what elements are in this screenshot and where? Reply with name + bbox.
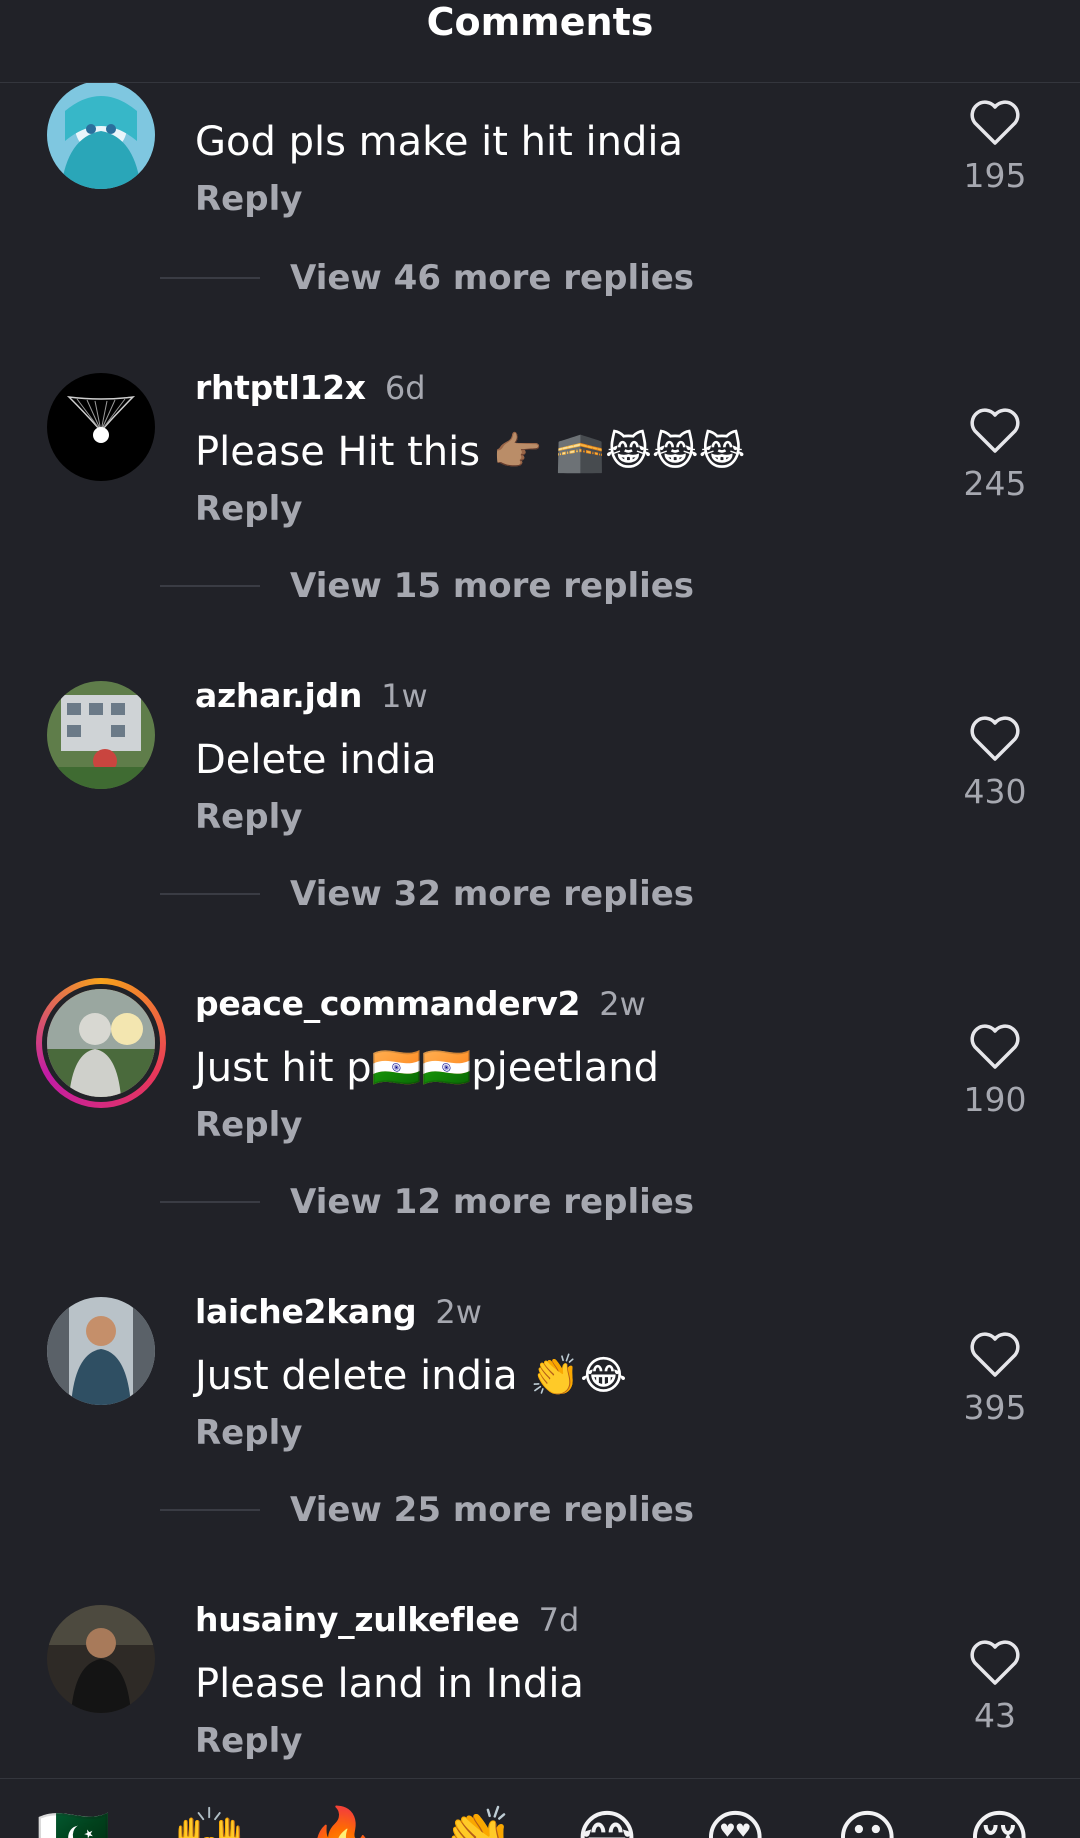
- avatar-image: [47, 1297, 155, 1405]
- comment-text: Delete india: [195, 737, 437, 783]
- heart-outline-icon: [970, 408, 1020, 453]
- comment-text: God pls make it hit india: [195, 119, 684, 165]
- like-count: 245: [963, 464, 1027, 503]
- view-more-replies[interactable]: View 32 more replies: [160, 874, 694, 918]
- reply-button[interactable]: Reply: [195, 1412, 302, 1454]
- username[interactable]: laiche2kang: [195, 1292, 417, 1331]
- reply-button[interactable]: Reply: [195, 796, 302, 838]
- reply-button[interactable]: Reply: [195, 178, 302, 220]
- page-title: Comments: [426, 0, 654, 44]
- comment-item: azhar.jdn 1w Delete india Reply 430 View…: [0, 658, 1080, 966]
- username[interactable]: azhar.jdn: [195, 676, 362, 715]
- comment-text: Just delete india 👏😂: [195, 1353, 627, 1399]
- reply-button[interactable]: Reply: [195, 488, 302, 530]
- reply-button[interactable]: Reply: [195, 1720, 302, 1762]
- like-button[interactable]: 43: [945, 1640, 1045, 1736]
- divider: [160, 1509, 260, 1511]
- view-more-replies-label: View 25 more replies: [290, 1490, 695, 1530]
- view-more-replies[interactable]: View 25 more replies: [160, 1490, 694, 1534]
- username[interactable]: rhtptl12x: [195, 368, 366, 407]
- comment-time: 1w: [381, 677, 428, 715]
- comment-text: Just hit p🇮🇳🇮🇳pjeetland: [195, 1045, 660, 1091]
- avatar-image: [47, 373, 155, 481]
- comment-item: peace_commanderv2 2w Just hit p🇮🇳🇮🇳pjeet…: [0, 966, 1080, 1274]
- like-button[interactable]: 195: [945, 100, 1045, 196]
- view-more-replies[interactable]: View 46 more replies: [160, 258, 694, 302]
- like-count: 195: [963, 156, 1027, 195]
- heart-outline-icon: [970, 716, 1020, 761]
- like-button[interactable]: 245: [945, 408, 1045, 504]
- username[interactable]: husainy_zulkeflee: [195, 1600, 520, 1639]
- view-more-replies-label: View 12 more replies: [290, 1182, 695, 1222]
- comment-meta: rhtptl12x 6d: [195, 368, 426, 412]
- like-button[interactable]: 395: [945, 1332, 1045, 1428]
- view-more-replies[interactable]: View 12 more replies: [160, 1182, 694, 1226]
- heart-outline-icon: [970, 100, 1020, 145]
- avatar-image: [47, 81, 155, 189]
- quick-emoji-crying[interactable]: 😢: [968, 1809, 1031, 1838]
- avatar-image: [47, 681, 155, 789]
- comment-meta: laiche2kang 2w: [195, 1292, 482, 1336]
- quick-emoji-fire[interactable]: 🔥: [305, 1809, 380, 1838]
- avatar[interactable]: [47, 1605, 155, 1713]
- comments-sheet: Comments God pls make it hit india Reply…: [0, 0, 1080, 1838]
- like-count: 190: [963, 1080, 1027, 1119]
- quick-emoji-laughing[interactable]: 😂: [572, 1809, 642, 1838]
- divider: [160, 277, 260, 279]
- heart-outline-icon: [970, 1640, 1020, 1685]
- avatar-story-ring[interactable]: [36, 978, 166, 1108]
- quick-emoji-surprised[interactable]: 😮: [836, 1809, 899, 1838]
- view-more-replies[interactable]: View 15 more replies: [160, 566, 694, 610]
- view-more-replies-label: View 46 more replies: [290, 258, 695, 298]
- divider: [160, 1201, 260, 1203]
- divider: [160, 585, 260, 587]
- username[interactable]: peace_commanderv2: [195, 984, 580, 1023]
- like-button[interactable]: 190: [945, 1024, 1045, 1120]
- like-count: 43: [974, 1696, 1016, 1735]
- comment-item: rhtptl12x 6d Please Hit this 👉🏽 🕋😹😹😹 Rep…: [0, 350, 1080, 658]
- quick-emoji-raised-hands[interactable]: 🙌: [172, 1809, 247, 1838]
- view-more-replies-label: View 15 more replies: [290, 566, 695, 606]
- comment-time: 2w: [599, 985, 646, 1023]
- avatar[interactable]: [47, 681, 155, 789]
- like-button[interactable]: 430: [945, 716, 1045, 812]
- avatar-image: [47, 989, 155, 1097]
- comment-meta: peace_commanderv2 2w: [195, 984, 646, 1028]
- comment-item: laiche2kang 2w Just delete india 👏😂 Repl…: [0, 1274, 1080, 1582]
- quick-emoji-pakistan-flag[interactable]: 🇵🇰: [36, 1809, 111, 1838]
- like-count: 430: [963, 772, 1027, 811]
- avatar[interactable]: [47, 1297, 155, 1405]
- comment-time: 7d: [538, 1601, 580, 1639]
- comments-header: Comments: [0, 0, 1080, 83]
- avatar-image: [47, 1605, 155, 1713]
- comment-meta: husainy_zulkeflee 7d: [195, 1600, 579, 1644]
- quick-emoji-clapping[interactable]: 👏: [440, 1809, 515, 1838]
- comment-item: God pls make it hit india Reply 195 View…: [0, 58, 1080, 366]
- heart-outline-icon: [970, 1332, 1020, 1377]
- avatar[interactable]: [47, 81, 155, 189]
- comment-text: Please land in India: [195, 1661, 584, 1707]
- comment-text: Please Hit this 👉🏽 🕋😹😹😹: [195, 429, 746, 475]
- reply-button[interactable]: Reply: [195, 1104, 302, 1146]
- heart-outline-icon: [970, 1024, 1020, 1069]
- quick-emoji-bar: 🇵🇰 🙌 🔥 👏 😂 😍 😮 😢: [0, 1778, 1080, 1838]
- view-more-replies-label: View 32 more replies: [290, 874, 695, 914]
- comment-time: 2w: [435, 1293, 482, 1331]
- comment-meta: azhar.jdn 1w: [195, 676, 428, 720]
- quick-emoji-heart-eyes[interactable]: 😍: [704, 1809, 767, 1838]
- comment-item: husainy_zulkeflee 7d Please land in Indi…: [0, 1582, 1080, 1778]
- avatar[interactable]: [47, 373, 155, 481]
- like-count: 395: [963, 1388, 1027, 1427]
- comment-time: 6d: [384, 369, 426, 407]
- divider: [160, 893, 260, 895]
